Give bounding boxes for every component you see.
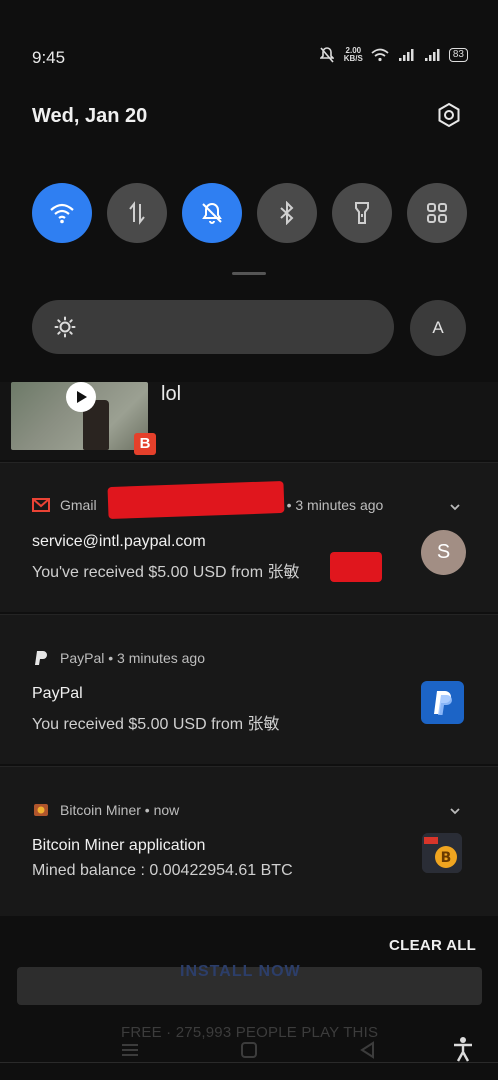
settings-gear-icon[interactable] [436, 102, 462, 128]
paypal-body: You received $5.00 USD from 张敏 [32, 716, 280, 733]
network-speed: 2.00 KB/S [344, 47, 363, 63]
bluetooth-toggle[interactable] [257, 183, 317, 243]
paypal-small-icon [32, 649, 50, 667]
bell-off-icon [202, 202, 222, 224]
gmail-body-text: You've received $5.00 USD from 张敏 [32, 564, 300, 581]
status-bar: 9:45 2.00 KB/S 83 [0, 0, 498, 110]
svg-text:B: B [441, 850, 452, 866]
quick-toggles [32, 183, 467, 243]
chevron-down-icon[interactable] [448, 500, 462, 514]
battery-indicator: 83 [448, 48, 468, 62]
bitcoin-app-line: Bitcoin Miner • now [60, 802, 180, 818]
paypal-title: PayPal [32, 685, 83, 702]
clock: 9:45 [32, 48, 66, 67]
brightness-slider[interactable] [32, 300, 394, 354]
status-icons: 2.00 KB/S 83 [318, 46, 468, 64]
bitcoin-app-row: Bitcoin Miner • now [32, 801, 179, 819]
gmail-time: • 3 minutes ago [286, 497, 384, 513]
gmail-icon [32, 496, 50, 514]
bluetooth-icon [280, 201, 294, 225]
menu-icon[interactable] [120, 1040, 140, 1060]
play-icon[interactable] [66, 382, 96, 412]
gmail-body: You've received $5.00 USD from 张敏 .. [32, 558, 373, 582]
flashlight-icon [355, 202, 369, 224]
flashlight-toggle[interactable] [332, 183, 392, 243]
cell-signal-2-icon [423, 46, 441, 64]
navigation-bar [0, 1018, 498, 1080]
auto-brightness-button[interactable]: A [410, 300, 466, 356]
speed-unit: KB/S [343, 54, 363, 63]
accessibility-icon[interactable] [452, 1036, 474, 1062]
nav-divider [0, 1062, 498, 1063]
mobile-data-toggle[interactable] [107, 183, 167, 243]
bitcoin-miner-logo-icon: B [422, 833, 462, 873]
wifi-icon [50, 203, 74, 224]
redaction-mark [330, 552, 382, 582]
paypal-app-line: PayPal • 3 minutes ago [60, 650, 205, 666]
do-not-disturb-toggle[interactable] [182, 183, 242, 243]
back-icon[interactable] [358, 1040, 378, 1060]
cell-signal-1-icon [397, 46, 415, 64]
paypal-logo-icon [421, 681, 464, 724]
app-badge: B [134, 433, 156, 455]
chevron-down-icon[interactable] [448, 804, 462, 818]
more-tiles-toggle[interactable] [407, 183, 467, 243]
wifi-toggle[interactable] [32, 183, 92, 243]
gmail-app-name: Gmail [60, 497, 97, 513]
brightness-sun-icon [54, 316, 76, 338]
date-label: Wed, Jan 20 [32, 105, 148, 127]
drag-handle[interactable] [232, 272, 266, 275]
wifi-signal-icon [371, 46, 389, 64]
grid-icon [427, 203, 447, 223]
sender-avatar: S [421, 530, 466, 575]
gmail-sender: service@intl.paypal.com [32, 533, 206, 550]
bitcoin-body: Mined balance : 0.00422954.61 BTC [32, 862, 293, 879]
home-icon[interactable] [239, 1040, 259, 1060]
redaction-mark [107, 480, 285, 520]
bitcoin-miner-small-icon [32, 801, 50, 819]
bitcoin-title: Bitcoin Miner application [32, 837, 206, 854]
video-notification-title: lol [161, 383, 182, 405]
background-install-text: INSTALL NOW [180, 963, 301, 980]
clear-all-button[interactable]: CLEAR ALL [389, 937, 476, 954]
paypal-app-row: PayPal • 3 minutes ago [32, 649, 205, 667]
data-arrows-icon [129, 201, 145, 225]
mute-icon [318, 46, 336, 64]
